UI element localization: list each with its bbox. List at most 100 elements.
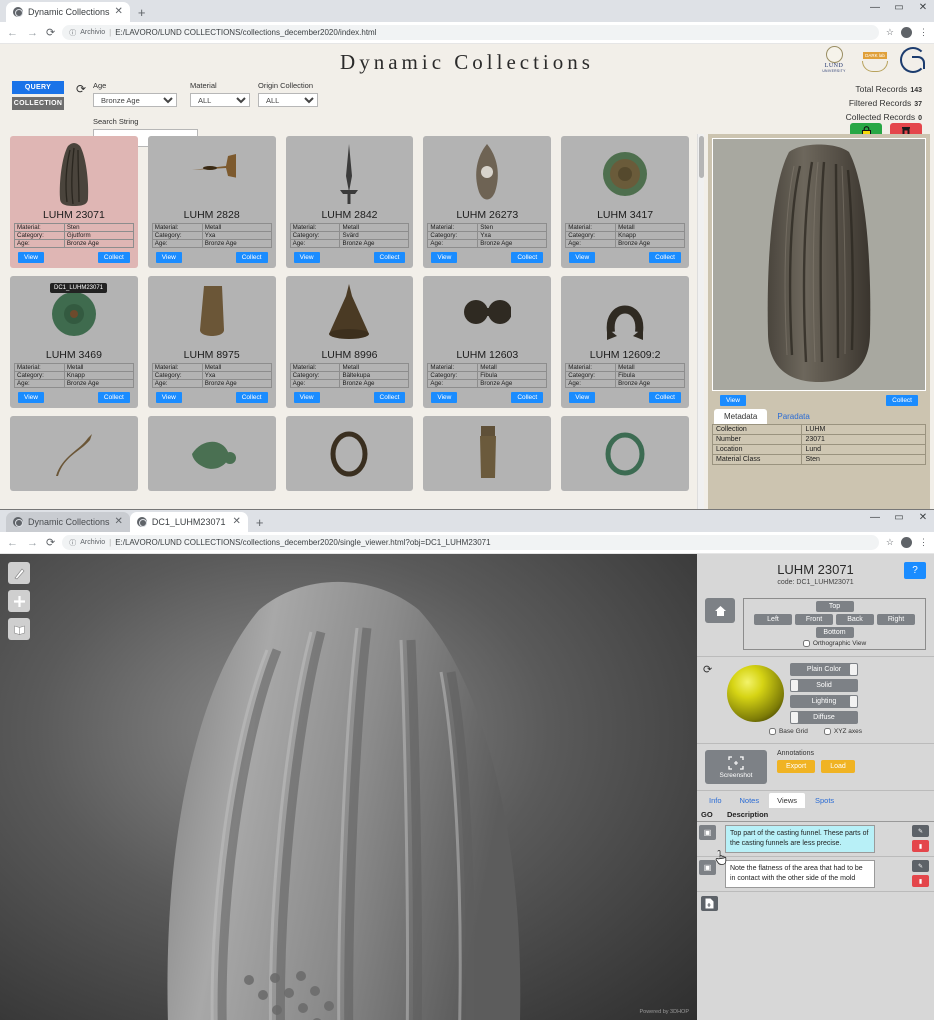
reload-button[interactable]: ⟳ (46, 536, 55, 549)
xyz-axes-checkbox[interactable] (823, 728, 831, 735)
tab-close-icon[interactable]: ✕ (233, 517, 241, 527)
export-annotations-button[interactable]: Export (777, 760, 816, 773)
go-to-view-button[interactable]: ▣ (699, 860, 716, 875)
card-view-button[interactable]: View (569, 392, 596, 403)
view-bottom-button[interactable]: Bottom (815, 627, 854, 638)
forward-button[interactable]: → (26, 27, 39, 39)
object-card[interactable]: LUHM 12603 Material: Metall Category: Fibula… (423, 276, 552, 408)
detail-collect-button[interactable]: Collect (886, 395, 918, 406)
card-collect-button[interactable]: Collect (373, 392, 406, 403)
view-top-button[interactable]: Top (815, 601, 854, 612)
card-collect-button[interactable]: Collect (649, 392, 681, 403)
toggle-solid[interactable]: Solid (790, 679, 858, 692)
help-button[interactable]: ? (904, 562, 926, 579)
card-view-button[interactable]: View (155, 252, 182, 263)
pan-tool-icon[interactable] (8, 590, 30, 612)
minimize-button[interactable]: — (868, 2, 882, 13)
page-info-icon[interactable]: ⓘ (69, 538, 76, 548)
tab-spots[interactable]: Spots (807, 793, 842, 808)
card-view-button[interactable]: View (293, 392, 320, 403)
bookmark-star-icon[interactable]: ☆ (886, 537, 894, 548)
object-card[interactable]: LUHM 2828 Material: Metall Category: Yxa Age:… (147, 136, 276, 268)
age-select[interactable]: Bronze Age (93, 93, 177, 107)
base-grid-checkbox[interactable] (768, 728, 776, 735)
tab-paradata[interactable]: Paradata (767, 409, 819, 424)
add-view-button[interactable] (701, 896, 718, 911)
view-front-button[interactable]: Front (795, 614, 833, 625)
object-card[interactable]: LUHM 8996 Material: Metall Category: Bälteku… (285, 276, 414, 408)
card-collect-button[interactable]: Collect (511, 252, 544, 263)
chrome-menu-icon[interactable]: ⋮ (919, 27, 928, 38)
tab-metadata[interactable]: Metadata (714, 409, 768, 424)
profile-avatar[interactable] (901, 27, 912, 38)
object-card[interactable]: LUHM 12609:2 Material: Metall Category: Fibu… (561, 276, 689, 408)
object-card[interactable] (147, 416, 276, 491)
refresh-icon[interactable]: ⟳ (76, 82, 86, 96)
section-tool-icon[interactable] (8, 618, 30, 640)
view-back-button[interactable]: Back (836, 614, 874, 625)
card-view-button[interactable]: View (569, 252, 596, 263)
object-card[interactable]: LUHM 2842 Material: Metall Category: Svärd Ag… (285, 136, 414, 268)
view-right-button[interactable]: Right (877, 614, 915, 625)
object-card[interactable]: LUHM 26273 Material: Sten Category: Yxa Age: B… (423, 136, 552, 268)
tab-close-icon[interactable]: ✕ (115, 7, 123, 17)
delete-view-button[interactable]: ▮ (912, 875, 929, 887)
card-view-button[interactable]: View (431, 392, 458, 403)
collection-mode-button[interactable]: COLLECTION (12, 97, 64, 110)
minimize-button[interactable]: — (868, 512, 882, 523)
view-left-button[interactable]: Left (754, 614, 792, 625)
back-button[interactable]: ← (6, 27, 19, 39)
card-collect-button[interactable]: Collect (373, 252, 406, 263)
card-view-button[interactable]: View (155, 392, 182, 403)
toggle-diffuse[interactable]: Diffuse (790, 711, 858, 724)
reload-button[interactable]: ⟳ (46, 26, 55, 39)
xyz-axes-option[interactable]: XYZ axes (823, 728, 862, 735)
address-bar[interactable]: ⓘ Archivio | E:/LAVORO/LUND COLLECTIONS/… (62, 25, 879, 40)
card-collect-button[interactable]: Collect (97, 252, 130, 263)
address-bar[interactable]: ⓘ Archivio | E:/LAVORO/LUND COLLECTIONS/… (62, 535, 879, 550)
card-collect-button[interactable]: Collect (235, 392, 268, 403)
new-tab-button[interactable]: + (248, 515, 272, 532)
load-annotations-button[interactable]: Load (821, 760, 855, 773)
measure-tool-icon[interactable] (8, 562, 30, 584)
home-view-button[interactable] (705, 598, 735, 623)
delete-view-button[interactable]: ▮ (912, 840, 929, 852)
card-view-button[interactable]: View (18, 392, 44, 403)
view-description[interactable]: Note the flatness of the area that had t… (725, 860, 875, 888)
browser-tab-dynamic-collections-2[interactable]: Dynamic Collections ✕ (6, 512, 130, 532)
orthographic-checkbox[interactable] (802, 640, 810, 647)
tab-info[interactable]: Info (701, 793, 730, 808)
card-collect-button[interactable]: Collect (97, 392, 130, 403)
object-card[interactable] (423, 416, 552, 491)
profile-avatar[interactable] (901, 537, 912, 548)
page-info-icon[interactable]: ⓘ (69, 28, 76, 38)
toggle-plain-color[interactable]: Plain Color (790, 663, 858, 676)
origin-collection-select[interactable]: ALL (258, 93, 318, 107)
card-collect-button[interactable]: Collect (649, 252, 681, 263)
toggle-lighting[interactable]: Lighting (790, 695, 858, 708)
card-view-button[interactable]: View (431, 252, 458, 263)
edit-view-button[interactable]: ✎ (912, 860, 929, 872)
object-card[interactable] (10, 416, 138, 491)
object-card[interactable] (561, 416, 689, 491)
grid-scrollbar[interactable] (697, 134, 704, 509)
tab-views[interactable]: Views (769, 793, 805, 808)
tab-notes[interactable]: Notes (732, 793, 768, 808)
object-card[interactable]: LUHM 8975 Material: Metall Category: Yxa Age:… (147, 276, 276, 408)
close-window-button[interactable]: ✕ (916, 512, 930, 523)
card-view-button[interactable]: View (293, 252, 320, 263)
maximize-button[interactable]: ▭ (892, 2, 906, 13)
chrome-menu-icon[interactable]: ⋮ (919, 537, 928, 548)
card-collect-button[interactable]: Collect (511, 392, 544, 403)
bookmark-star-icon[interactable]: ☆ (886, 27, 894, 38)
card-view-button[interactable]: View (18, 252, 44, 263)
object-card[interactable]: LUHM 23071 Material: Sten Category: Gjutform… (10, 136, 138, 268)
back-button[interactable]: ← (6, 537, 19, 549)
card-collect-button[interactable]: Collect (235, 252, 268, 263)
object-card[interactable]: LUHM 3469 Material: Metall Category: Knapp Ag… (10, 276, 138, 408)
render-refresh-icon[interactable]: ⟳ (703, 663, 712, 676)
material-select[interactable]: ALL (190, 93, 250, 107)
query-mode-button[interactable]: QUERY (12, 81, 64, 94)
forward-button[interactable]: → (26, 537, 39, 549)
go-to-view-button[interactable]: ▣ (699, 825, 716, 840)
